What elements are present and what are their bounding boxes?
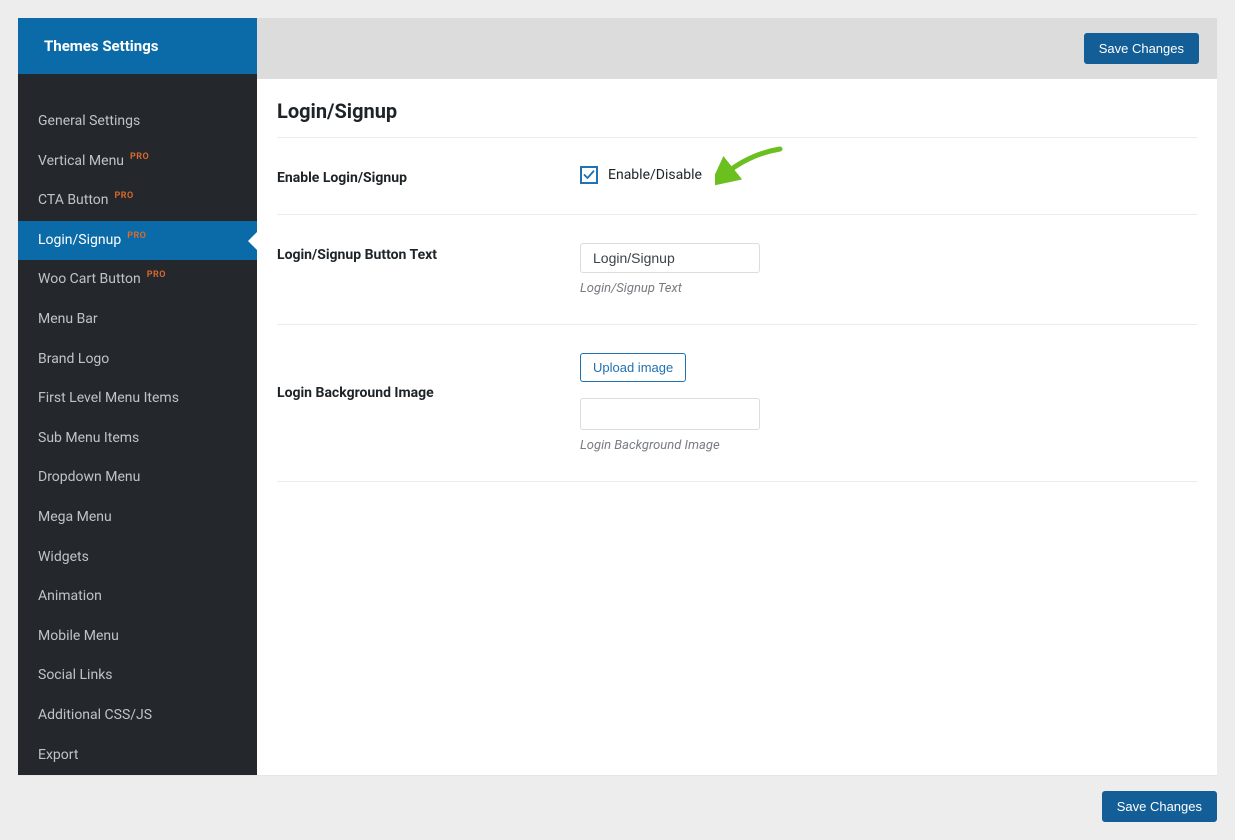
sidebar-item-cta-button[interactable]: CTA Button PRO (18, 181, 257, 221)
pro-badge: PRO (127, 231, 146, 241)
sidebar-spacer (18, 74, 257, 102)
topbar: Save Changes (257, 18, 1217, 79)
sidebar-item-label: Mobile Menu (38, 628, 119, 644)
sidebar-item-label: Menu Bar (38, 311, 98, 327)
sidebar-item-label: General Settings (38, 113, 140, 129)
sidebar-item-export[interactable]: Export (18, 736, 257, 776)
enable-login-field: Enable/Disable (580, 166, 1197, 186)
sidebar-item-mega-menu[interactable]: Mega Menu (18, 498, 257, 538)
sidebar-item-brand-logo[interactable]: Brand Logo (18, 340, 257, 380)
sidebar-item-animation[interactable]: Animation (18, 577, 257, 617)
page-title: Login/Signup (277, 99, 1197, 123)
pro-badge: PRO (147, 270, 166, 280)
sidebar-item-social-links[interactable]: Social Links (18, 656, 257, 696)
sidebar-item-general-settings[interactable]: General Settings (18, 102, 257, 142)
sidebar-item-dropdown-menu[interactable]: Dropdown Menu (18, 458, 257, 498)
image-preview-placeholder (580, 398, 760, 430)
bg-image-field: Upload image Login Background Image (580, 353, 1197, 453)
enable-login-row: Enable Login/Signup Enable/Disable (277, 138, 1197, 215)
upload-image-button[interactable]: Upload image (580, 353, 686, 382)
pro-badge: PRO (115, 191, 134, 201)
sidebar-item-vertical-menu[interactable]: Vertical Menu PRO (18, 142, 257, 182)
pro-badge: PRO (130, 152, 149, 162)
sidebar: Themes Settings General Settings Vertical… (18, 18, 257, 775)
sidebar-item-label: Animation (38, 588, 102, 604)
sidebar-item-label: Sub Menu Items (38, 430, 139, 446)
sidebar-item-first-level-menu-items[interactable]: First Level Menu Items (18, 379, 257, 419)
sidebar-item-label: Mega Menu (38, 509, 112, 525)
sidebar-item-additional-css-js[interactable]: Additional CSS/JS (18, 696, 257, 736)
button-text-label: Login/Signup Button Text (277, 243, 580, 296)
button-text-help: Login/Signup Text (580, 281, 1197, 296)
sidebar-title: Themes Settings (18, 18, 257, 74)
button-text-row: Login/Signup Button Text Login/Signup Te… (277, 215, 1197, 325)
sidebar-item-label: Additional CSS/JS (38, 707, 152, 723)
enable-checkbox[interactable] (580, 166, 598, 184)
enable-checkbox-label: Enable/Disable (608, 167, 702, 183)
sidebar-item-label: Dropdown Menu (38, 469, 140, 485)
bg-image-help: Login Background Image (580, 438, 1197, 453)
sidebar-item-label: Widgets (38, 549, 89, 565)
sidebar-item-woo-cart-button[interactable]: Woo Cart Button PRO (18, 260, 257, 300)
button-text-input[interactable] (580, 243, 760, 273)
sidebar-item-label: Brand Logo (38, 351, 109, 367)
sidebar-item-sub-menu-items[interactable]: Sub Menu Items (18, 419, 257, 459)
content-area: Login/Signup Enable Login/Signup (257, 79, 1217, 775)
sidebar-item-label: CTA Button (38, 192, 109, 208)
save-button-bottom[interactable]: Save Changes (1102, 791, 1217, 822)
save-button-top[interactable]: Save Changes (1084, 33, 1199, 64)
sidebar-item-label: Export (38, 747, 78, 763)
main-area: Save Changes Login/Signup Enable Login/S… (257, 18, 1217, 775)
button-text-field: Login/Signup Text (580, 243, 1197, 296)
sidebar-item-widgets[interactable]: Widgets (18, 538, 257, 578)
bg-image-row: Login Background Image Upload image Logi… (277, 325, 1197, 482)
sidebar-item-label: Vertical Menu (38, 153, 124, 169)
sidebar-item-menu-bar[interactable]: Menu Bar (18, 300, 257, 340)
bg-image-label: Login Background Image (277, 353, 580, 453)
sidebar-item-label: Social Links (38, 667, 113, 683)
sidebar-item-label: Woo Cart Button (38, 271, 141, 287)
sidebar-item-label: First Level Menu Items (38, 390, 179, 406)
sidebar-item-label: Login/Signup (38, 232, 121, 248)
bottom-bar: Save Changes (18, 775, 1217, 822)
settings-panel: Themes Settings General Settings Vertical… (18, 18, 1217, 775)
checkmark-icon (583, 169, 595, 181)
sidebar-item-login-signup[interactable]: Login/Signup PRO (18, 221, 257, 261)
enable-login-label: Enable Login/Signup (277, 166, 580, 186)
sidebar-item-mobile-menu[interactable]: Mobile Menu (18, 617, 257, 657)
